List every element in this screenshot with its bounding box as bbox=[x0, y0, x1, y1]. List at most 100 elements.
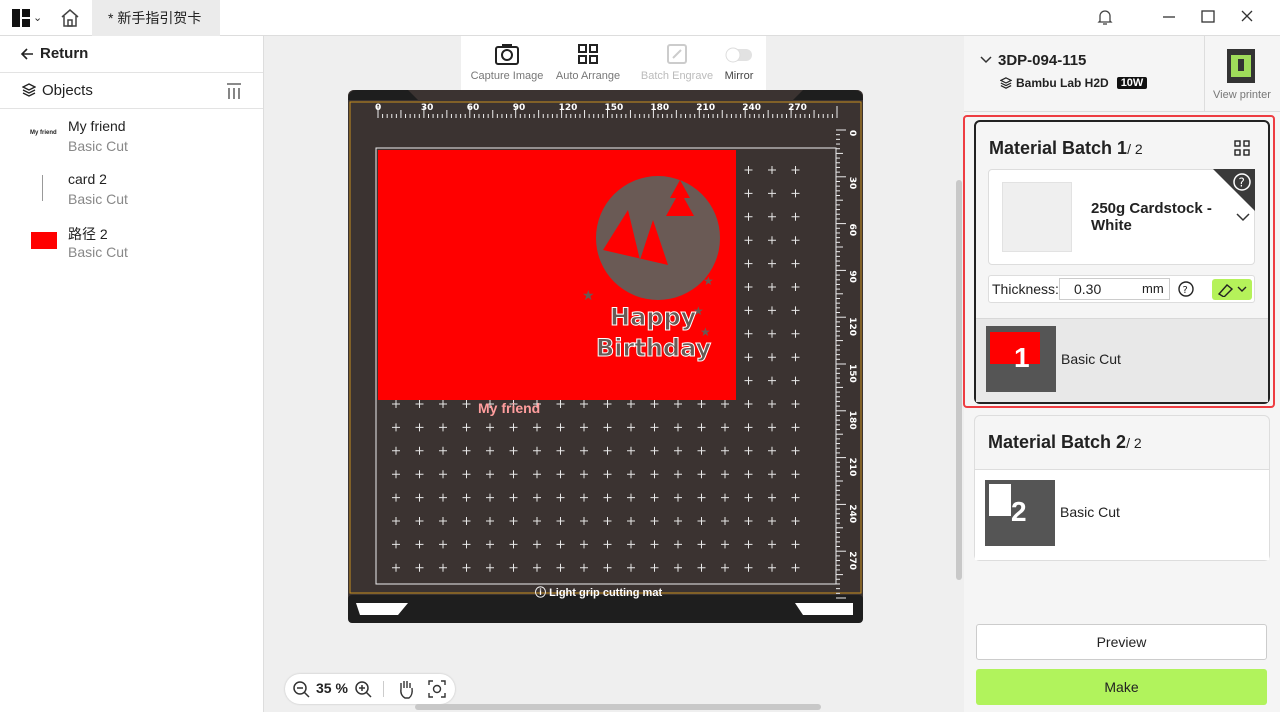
batch-1-title-text: Material Batch 1 bbox=[989, 138, 1128, 158]
vertical-scrollbar[interactable] bbox=[956, 180, 962, 580]
ruler-label: 210 bbox=[696, 103, 715, 113]
blade-icon bbox=[1217, 284, 1247, 297]
thumbnail-card bbox=[989, 484, 1011, 516]
objects-title: Objects bbox=[42, 82, 93, 99]
help-corner-icon[interactable]: ? bbox=[1213, 169, 1255, 211]
batch-2-thumbnail: 2 bbox=[985, 480, 1055, 546]
preview-button[interactable]: Preview bbox=[976, 624, 1267, 660]
material-swatch bbox=[1002, 182, 1072, 252]
ruler-label: 120 bbox=[847, 317, 857, 336]
chevron-down-icon[interactable] bbox=[1236, 212, 1250, 222]
arrange-label: Auto Arrange bbox=[555, 70, 621, 82]
batch-engrave-button[interactable]: Batch Engrave bbox=[637, 40, 717, 82]
layers-icon bbox=[1000, 77, 1012, 89]
svg-text:★: ★ bbox=[700, 325, 711, 339]
batch-1-cut-label: Basic Cut bbox=[1061, 351, 1121, 367]
batch-2-cut-label: Basic Cut bbox=[1060, 504, 1120, 520]
ruler-label: 180 bbox=[650, 103, 669, 113]
grid-icon[interactable] bbox=[1234, 140, 1250, 156]
return-button[interactable]: Return bbox=[20, 45, 88, 62]
bell-icon[interactable] bbox=[1094, 6, 1116, 28]
object-type: Basic Cut bbox=[68, 244, 128, 260]
printer-icon bbox=[1227, 49, 1255, 83]
hand-icon[interactable] bbox=[397, 679, 415, 699]
ruler-label: 240 bbox=[847, 504, 857, 523]
ruler-label: 150 bbox=[605, 103, 624, 113]
card-object[interactable]: Happy Birthday ★ ★ ★ ★ bbox=[378, 150, 736, 400]
help-icon[interactable]: ? bbox=[1178, 281, 1194, 297]
zoom-level: 35 % bbox=[316, 680, 348, 696]
mirror-toggle[interactable]: Mirror bbox=[707, 40, 771, 82]
ruler-label: 270 bbox=[847, 551, 857, 570]
title-bar: ⌄ * 新手指引贺卡 bbox=[0, 0, 1280, 36]
ruler-label: 60 bbox=[847, 224, 857, 237]
zoom-out-icon[interactable] bbox=[293, 681, 310, 698]
make-button[interactable]: Make bbox=[976, 669, 1267, 705]
fit-view-icon[interactable] bbox=[428, 680, 446, 698]
batch-2-title: Material Batch 2/ 2 bbox=[988, 432, 1142, 453]
object-name: 路径 2 bbox=[68, 226, 108, 242]
tab-project[interactable]: * 新手指引贺卡 bbox=[92, 0, 220, 36]
birthday-artwork: Happy Birthday ★ ★ ★ ★ bbox=[582, 176, 720, 363]
svg-text:Happy: Happy bbox=[610, 303, 697, 331]
chevron-down-icon[interactable] bbox=[980, 55, 992, 65]
list-item-card-2[interactable]: card 2 Basic Cut bbox=[0, 163, 263, 215]
objects-panel: Return Objects My friend My friend Basic… bbox=[0, 36, 264, 712]
blade-selector[interactable] bbox=[1212, 279, 1252, 300]
ruler-label: 270 bbox=[788, 103, 807, 113]
svg-text:★: ★ bbox=[582, 287, 595, 303]
printer-header: 3DP-094-115 Bambu Lab H2D 10W View print… bbox=[964, 36, 1280, 112]
objects-header: Objects bbox=[0, 72, 263, 109]
mirror-label: Mirror bbox=[724, 70, 754, 82]
printer-model-label: Bambu Lab H2D bbox=[1016, 76, 1109, 90]
ruler-label: 30 bbox=[421, 103, 434, 113]
object-name: My friend bbox=[68, 118, 126, 134]
svg-text:★: ★ bbox=[693, 304, 704, 318]
horizontal-scrollbar[interactable] bbox=[415, 704, 821, 710]
engrave-icon bbox=[667, 44, 687, 64]
chevron-down-icon[interactable]: ⌄ bbox=[33, 11, 42, 24]
list-item-my-friend[interactable]: My friend My friend Basic Cut bbox=[0, 110, 263, 162]
toggle-icon bbox=[725, 47, 752, 63]
ruler-label: 30 bbox=[847, 177, 857, 190]
printer-name[interactable]: 3DP-094-115 bbox=[998, 52, 1086, 69]
svg-text:★: ★ bbox=[703, 274, 714, 288]
object-thumbnail: My friend bbox=[30, 130, 57, 136]
ruler-label: 210 bbox=[847, 458, 857, 477]
mat-label-text: Light grip cutting mat bbox=[549, 587, 663, 599]
svg-text:?: ? bbox=[1239, 176, 1245, 190]
thickness-unit: mm bbox=[1142, 281, 1164, 296]
object-type: Basic Cut bbox=[68, 138, 128, 154]
maximize-icon[interactable] bbox=[1197, 6, 1219, 28]
list-item-path-2[interactable]: 路径 2 Basic Cut bbox=[0, 216, 263, 268]
object-type: Basic Cut bbox=[68, 191, 128, 207]
svg-text:Birthday: Birthday bbox=[596, 334, 712, 362]
auto-arrange-button[interactable]: Auto Arrange bbox=[548, 40, 628, 82]
svg-text:?: ? bbox=[1183, 285, 1188, 296]
printer-model: Bambu Lab H2D 10W bbox=[1000, 76, 1148, 90]
object-name: card 2 bbox=[68, 171, 107, 187]
ruler-label: 240 bbox=[742, 103, 761, 113]
object-thumbnail bbox=[42, 175, 43, 201]
zoom-in-icon[interactable] bbox=[355, 681, 372, 698]
close-icon[interactable] bbox=[1236, 6, 1258, 28]
card-text[interactable]: My friend bbox=[478, 400, 540, 416]
laser-badge: 10W bbox=[1116, 77, 1148, 89]
ruler-label: 90 bbox=[513, 103, 526, 113]
zoom-control: 35 % bbox=[285, 674, 455, 704]
capture-label: Capture Image bbox=[470, 70, 544, 82]
batch-1-count: / 2 bbox=[1127, 141, 1143, 157]
layers-icon bbox=[22, 83, 36, 97]
batch-2-count: / 2 bbox=[1126, 435, 1142, 451]
camera-icon bbox=[495, 44, 519, 65]
capture-image-button[interactable]: Capture Image bbox=[467, 40, 547, 82]
ruler-label: 0 bbox=[375, 103, 381, 113]
home-icon[interactable] bbox=[60, 8, 80, 28]
batch-2-number: 2 bbox=[1011, 496, 1027, 527]
engrave-label: Batch Engrave bbox=[640, 70, 714, 82]
thickness-label: Thickness: bbox=[992, 281, 1059, 297]
minimize-icon[interactable] bbox=[1158, 6, 1180, 28]
ruler-label: 90 bbox=[847, 270, 857, 283]
sort-icon[interactable] bbox=[226, 82, 242, 100]
app-logo-icon[interactable] bbox=[12, 9, 30, 27]
